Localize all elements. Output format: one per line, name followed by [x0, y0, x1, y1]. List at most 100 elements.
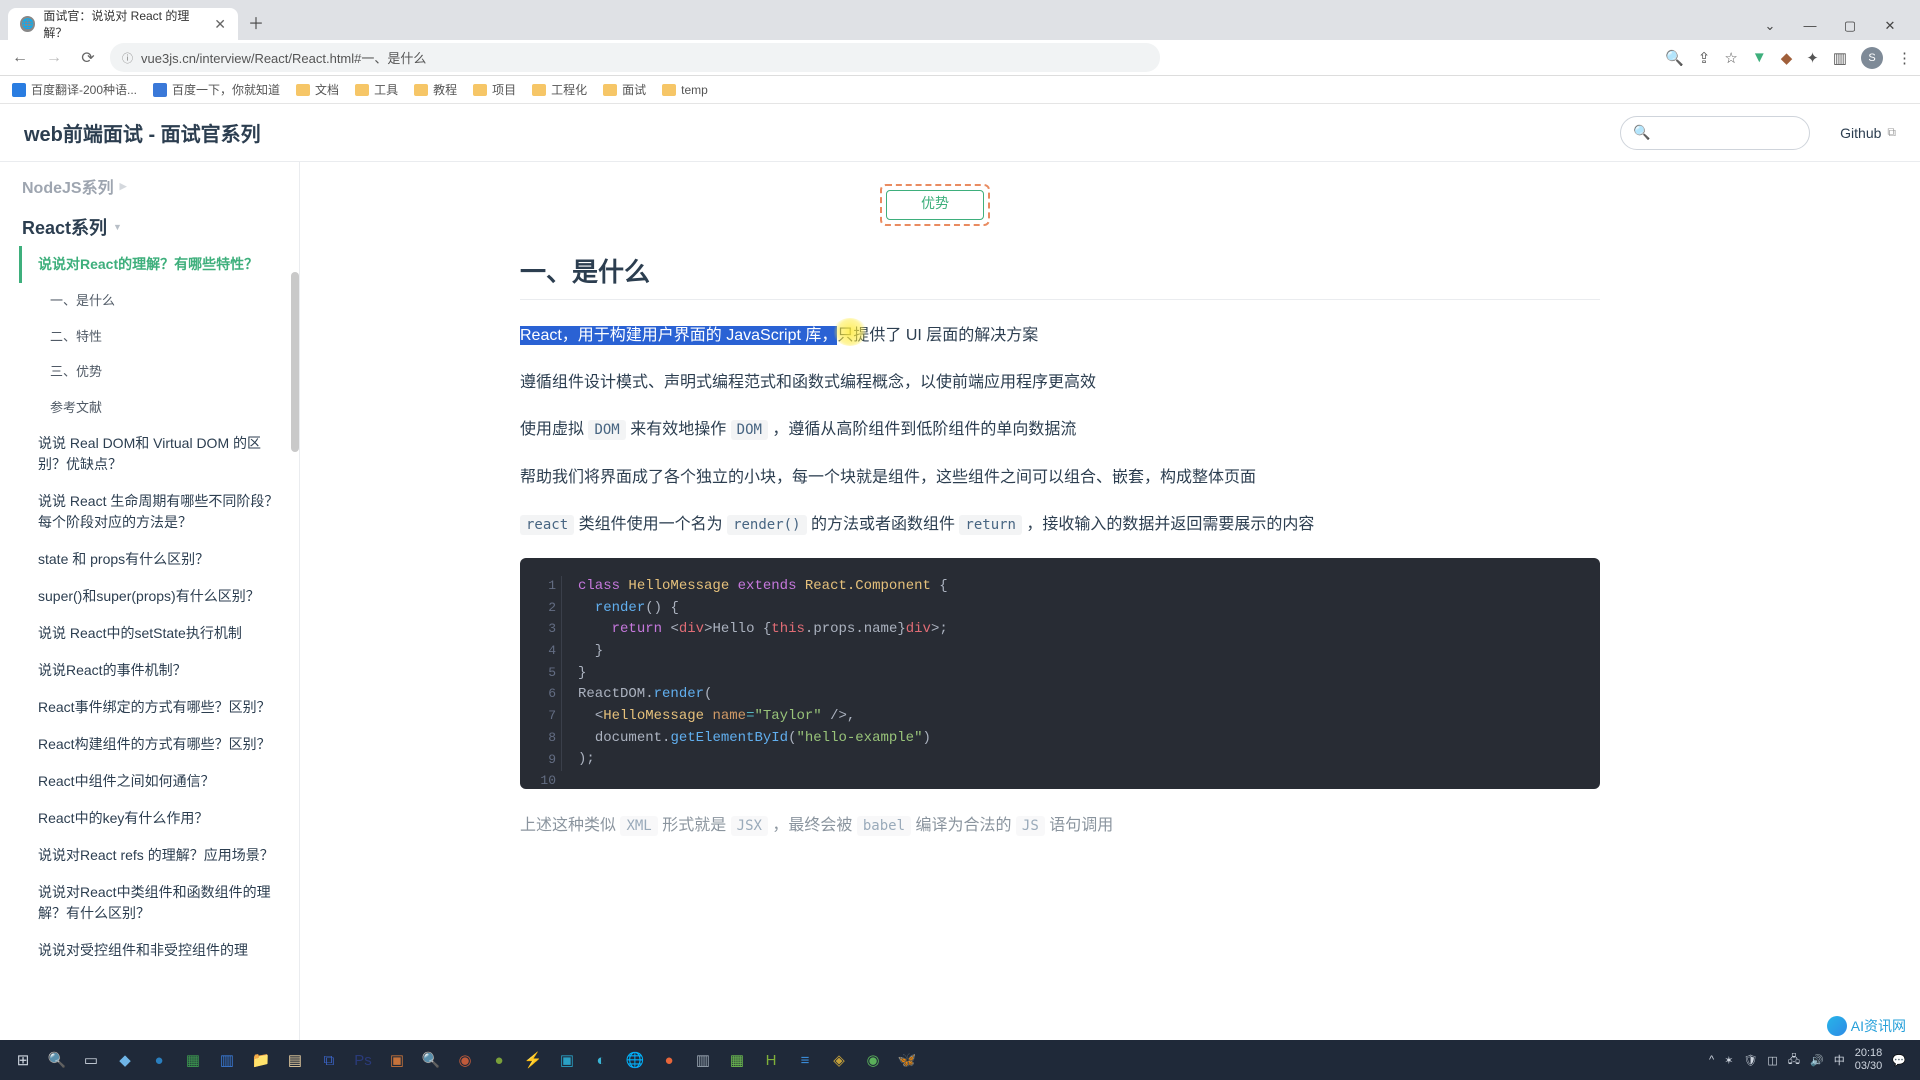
- line-number: 2: [520, 598, 556, 618]
- extension-icon[interactable]: ◆: [1781, 49, 1793, 67]
- tray-clock[interactable]: 20:18 03/30: [1855, 1047, 1883, 1073]
- new-tab-button[interactable]: ＋: [238, 4, 274, 40]
- sidebar-prev-group[interactable]: NodeJS系列 ▶: [22, 164, 299, 204]
- window-close-icon[interactable]: ✕: [1876, 18, 1904, 34]
- taskbar-app[interactable]: 🦋: [890, 1043, 924, 1077]
- tray-icon[interactable]: ✶: [1724, 1054, 1733, 1067]
- sidebar-item[interactable]: super()和super(props)有什么区别？: [22, 578, 299, 615]
- site-info-icon[interactable]: ⓘ: [122, 50, 133, 66]
- taskbar-app[interactable]: ⧉: [312, 1043, 346, 1077]
- sidebar-item[interactable]: React中的key有什么作用？: [22, 800, 299, 837]
- sidebar-sub-item[interactable]: 参考文献: [22, 390, 299, 426]
- window-maximize-icon[interactable]: ▢: [1836, 18, 1864, 34]
- code-line: ReactDOM.render(: [578, 684, 1600, 706]
- close-tab-icon[interactable]: ✕: [214, 16, 226, 33]
- vue-extension-icon[interactable]: ▼: [1752, 49, 1767, 66]
- bookmark-item[interactable]: 教程: [414, 81, 457, 98]
- taskbar-app[interactable]: ●: [652, 1043, 686, 1077]
- back-button[interactable]: ←: [8, 49, 32, 67]
- taskbar-app[interactable]: ●: [482, 1043, 516, 1077]
- sidebar-item-active[interactable]: 说说对React的理解？有哪些特性？: [19, 246, 299, 283]
- taskbar-app[interactable]: ▥: [686, 1043, 720, 1077]
- sidebar-item[interactable]: state 和 props有什么区别？: [22, 541, 299, 578]
- search-input[interactable]: 🔍: [1620, 116, 1810, 150]
- reading-list-icon[interactable]: ▥: [1833, 49, 1847, 67]
- sidebar-sub-item[interactable]: 三、优势: [22, 354, 299, 390]
- sidebar-item[interactable]: 说说 React中的setState执行机制: [22, 615, 299, 652]
- taskbar-app[interactable]: ◈: [822, 1043, 856, 1077]
- sidebar-sub-item[interactable]: 一、是什么: [22, 283, 299, 319]
- taskbar-app[interactable]: ◐: [584, 1043, 618, 1077]
- sidebar-scrollbar[interactable]: [291, 272, 299, 452]
- sidebar-item[interactable]: 说说 Real DOM和 Virtual DOM 的区别？优缺点？: [22, 425, 299, 483]
- sidebar-item[interactable]: React中组件之间如何通信？: [22, 763, 299, 800]
- star-icon[interactable]: ☆: [1724, 49, 1737, 67]
- sidebar-item[interactable]: 说说对受控组件和非受控组件的理: [22, 932, 299, 969]
- taskbar-app[interactable]: ▦: [720, 1043, 754, 1077]
- tray-network-icon[interactable]: 🖧: [1788, 1051, 1800, 1070]
- bookmark-item[interactable]: 百度一下，你就知道: [153, 81, 280, 98]
- code-line: document.getElementById("hello-example"): [578, 728, 1600, 750]
- taskbar-app[interactable]: ▤: [278, 1043, 312, 1077]
- selected-text: React，用于构建用户界面的 JavaScript 库，: [520, 326, 837, 345]
- sidebar-sub-item[interactable]: 二、特性: [22, 319, 299, 355]
- bookmark-item[interactable]: temp: [662, 83, 708, 97]
- sidebar-item[interactable]: 说说对React中类组件和函数组件的理解？有什么区别？: [22, 874, 299, 932]
- tray-icon[interactable]: ◫: [1767, 1054, 1777, 1067]
- taskbar-app[interactable]: ≡: [788, 1043, 822, 1077]
- profile-avatar[interactable]: S: [1861, 47, 1883, 69]
- taskbar-chrome[interactable]: 🌐: [618, 1043, 652, 1077]
- bookmark-item[interactable]: 项目: [473, 81, 516, 98]
- taskbar-app[interactable]: ▣: [550, 1043, 584, 1077]
- address-bar[interactable]: ⓘ vue3js.cn/interview/React/React.html#一…: [110, 43, 1160, 72]
- paragraph-footer: 上述这种类似 XML 形式就是 JSX ，最终会被 babel 编译为合法的 J…: [520, 811, 1600, 835]
- bookmark-item[interactable]: 工程化: [532, 81, 587, 98]
- tray-volume-icon[interactable]: 🔊: [1810, 1054, 1824, 1067]
- bookmark-item[interactable]: 工具: [355, 81, 398, 98]
- extensions-icon[interactable]: ✦: [1806, 49, 1819, 67]
- taskbar-app[interactable]: Ps: [346, 1043, 380, 1077]
- sidebar-item[interactable]: React构建组件的方式有哪些？区别？: [22, 726, 299, 763]
- taskbar-app[interactable]: ▦: [176, 1043, 210, 1077]
- taskbar-app[interactable]: ◆: [108, 1043, 142, 1077]
- task-view[interactable]: ▭: [74, 1043, 108, 1077]
- chevron-right-icon: ▶: [120, 181, 127, 192]
- taskbar-app[interactable]: 📁: [244, 1043, 278, 1077]
- bookmark-label: temp: [681, 83, 708, 97]
- tab-title: 面试官：说说对 React 的理解？: [43, 7, 206, 41]
- taskbar-app[interactable]: 🔍: [414, 1043, 448, 1077]
- bookmark-label: 工程化: [551, 81, 587, 98]
- bookmark-item[interactable]: 文档: [296, 81, 339, 98]
- system-tray[interactable]: ^ ✶ 🛡 ◫ 🖧 🔊 中 20:18 03/30 💬: [1709, 1047, 1914, 1073]
- bookmark-item[interactable]: 面试: [603, 81, 646, 98]
- taskbar-app[interactable]: ▣: [380, 1043, 414, 1077]
- taskbar-search[interactable]: 🔍: [40, 1043, 74, 1077]
- tray-chevron-icon[interactable]: ^: [1709, 1054, 1714, 1066]
- share-icon[interactable]: ⇪: [1698, 49, 1711, 67]
- sidebar-item[interactable]: React事件绑定的方式有哪些？区别？: [22, 689, 299, 726]
- taskbar-app[interactable]: ▥: [210, 1043, 244, 1077]
- taskbar-app[interactable]: ◉: [856, 1043, 890, 1077]
- taskbar-app[interactable]: ●: [142, 1043, 176, 1077]
- github-link[interactable]: Github ⧉: [1840, 125, 1896, 141]
- bookmark-item[interactable]: 百度翻译-200种语...: [12, 81, 137, 98]
- tray-shield-icon[interactable]: 🛡: [1743, 1054, 1757, 1067]
- sidebar: NodeJS系列 ▶ React系列 ▼ 说说对React的理解？有哪些特性？ …: [0, 162, 300, 1040]
- taskbar-app[interactable]: ⚡: [516, 1043, 550, 1077]
- sidebar-item[interactable]: 说说 React 生命周期有哪些不同阶段？每个阶段对应的方法是？: [22, 483, 299, 541]
- sidebar-group-title[interactable]: React系列 ▼: [22, 204, 299, 246]
- taskbar-app[interactable]: ◉: [448, 1043, 482, 1077]
- zoom-icon[interactable]: 🔍: [1665, 49, 1684, 67]
- tray-notifications-icon[interactable]: 💬: [1892, 1054, 1906, 1067]
- tray-ime-icon[interactable]: 中: [1834, 1052, 1845, 1068]
- menu-icon[interactable]: ⋮: [1897, 49, 1912, 67]
- start-button[interactable]: ⊞: [6, 1043, 40, 1077]
- window-minimize-icon[interactable]: —: [1796, 18, 1824, 34]
- sidebar-item[interactable]: 说说React的事件机制？: [22, 652, 299, 689]
- sidebar-item[interactable]: 说说对React refs 的理解？应用场景？: [22, 837, 299, 874]
- window-dropdown-icon[interactable]: ⌄: [1756, 18, 1784, 34]
- taskbar-app[interactable]: H: [754, 1043, 788, 1077]
- forward-button[interactable]: →: [42, 49, 66, 67]
- reload-button[interactable]: ⟳: [76, 48, 100, 68]
- browser-tab[interactable]: 🌐 面试官：说说对 React 的理解？ ✕: [8, 8, 238, 40]
